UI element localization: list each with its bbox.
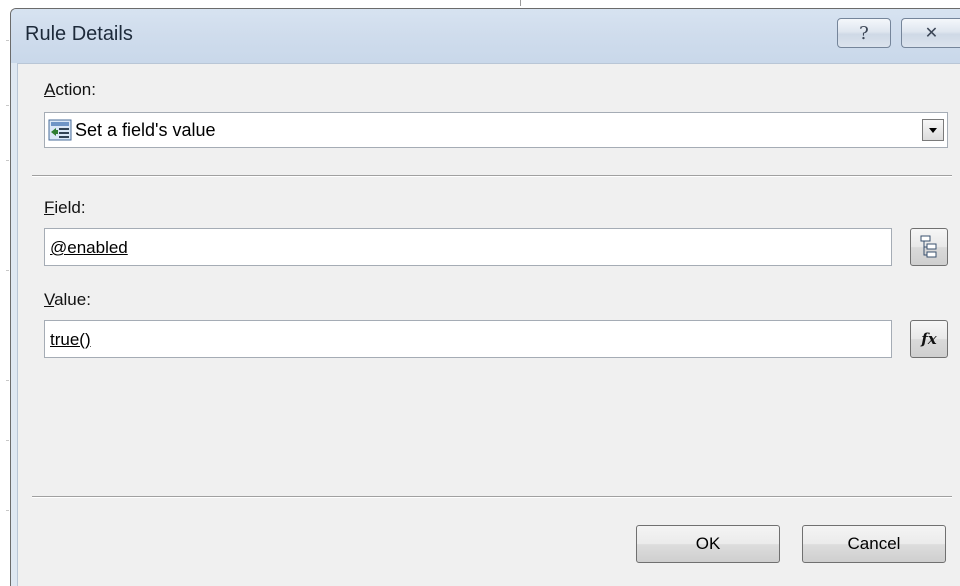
action-selected-value: Set a field's value: [75, 120, 216, 140]
formula-button[interactable]: fx: [910, 320, 948, 358]
value-input[interactable]: true(): [44, 320, 892, 358]
set-field-value-icon: [48, 119, 72, 141]
value-label: Value:: [44, 290, 91, 309]
section-divider: [32, 175, 952, 177]
title-bar[interactable]: Rule Details ? ✕: [11, 9, 960, 63]
dialog-body: Action: Set a field's value Field: @enab…: [17, 63, 960, 586]
close-button[interactable]: ✕: [901, 18, 960, 48]
help-button[interactable]: ?: [837, 18, 891, 48]
rule-details-dialog: Rule Details ? ✕ Action: Set a field's v…: [10, 8, 960, 586]
footer-divider: [32, 496, 952, 498]
field-label: Field:: [44, 198, 86, 217]
value-text: true(): [50, 330, 91, 349]
close-icon: ✕: [924, 25, 939, 42]
action-dropdown[interactable]: Set a field's value: [44, 112, 948, 148]
ok-button[interactable]: OK: [636, 525, 780, 563]
dropdown-arrow-button[interactable]: [922, 119, 944, 141]
field-input[interactable]: @enabled: [44, 228, 892, 266]
cancel-button[interactable]: Cancel: [802, 525, 946, 563]
help-icon: ?: [859, 22, 869, 44]
field-value: @enabled: [50, 238, 128, 257]
background-left: [0, 0, 10, 586]
background-mark: [520, 0, 521, 6]
dialog-title: Rule Details: [25, 23, 133, 45]
tree-view-icon: [920, 235, 937, 258]
select-field-button[interactable]: [910, 228, 948, 266]
function-fx-icon: fx: [921, 330, 937, 348]
chevron-down-icon: [929, 128, 937, 133]
background-top: [0, 0, 960, 8]
action-label: Action:: [44, 80, 96, 99]
